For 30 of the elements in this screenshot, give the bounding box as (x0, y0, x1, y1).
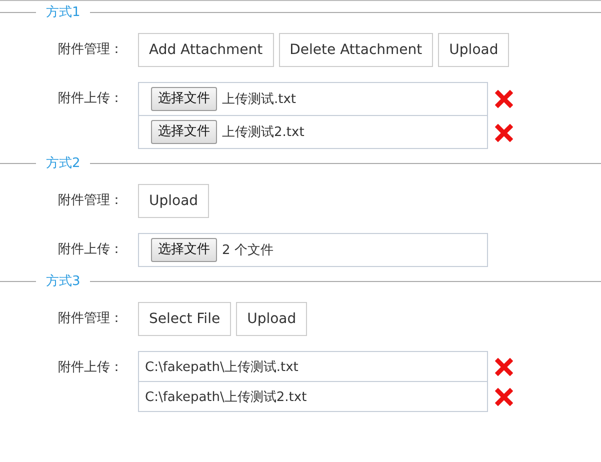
choose-file-button[interactable]: 选择文件 (151, 238, 217, 262)
field-label: 附件上传： (58, 359, 124, 377)
file-input[interactable]: 选择文件 上传测试.txt (138, 82, 488, 116)
remove-icon[interactable] (495, 90, 513, 108)
field-label: 附件管理： (58, 310, 124, 328)
remove-icon[interactable] (495, 358, 513, 376)
section-legend: 方式2 (36, 154, 90, 172)
path-field[interactable]: C:\fakepath\上传测试.txt (138, 351, 488, 382)
path-field[interactable]: C:\fakepath\上传测试2.txt (138, 381, 488, 412)
field-label: 附件管理： (58, 192, 124, 210)
action-button[interactable]: Add Attachment (138, 33, 274, 67)
file-name: 2 个文件 (222, 242, 274, 259)
remove-icon[interactable] (495, 388, 513, 406)
file-input[interactable]: 选择文件 上传测试2.txt (138, 115, 488, 149)
field-label: 附件管理： (58, 41, 124, 59)
action-button[interactable]: Upload (236, 302, 308, 336)
section-legend: 方式3 (36, 272, 90, 290)
choose-file-button[interactable]: 选择文件 (151, 87, 217, 111)
action-button[interactable]: Upload (438, 33, 510, 67)
remove-icon[interactable] (495, 124, 513, 142)
field-label: 附件上传： (58, 241, 124, 259)
file-name: 上传测试2.txt (222, 124, 304, 141)
file-name: 上传测试.txt (222, 91, 296, 108)
action-button[interactable]: Select File (138, 302, 232, 336)
action-button[interactable]: Upload (138, 184, 210, 218)
choose-file-button[interactable]: 选择文件 (151, 120, 217, 144)
section-legend: 方式1 (36, 3, 90, 21)
file-input[interactable]: 选择文件 2 个文件 (138, 233, 488, 267)
action-button[interactable]: Delete Attachment (278, 33, 434, 67)
field-label: 附件上传： (58, 90, 124, 108)
